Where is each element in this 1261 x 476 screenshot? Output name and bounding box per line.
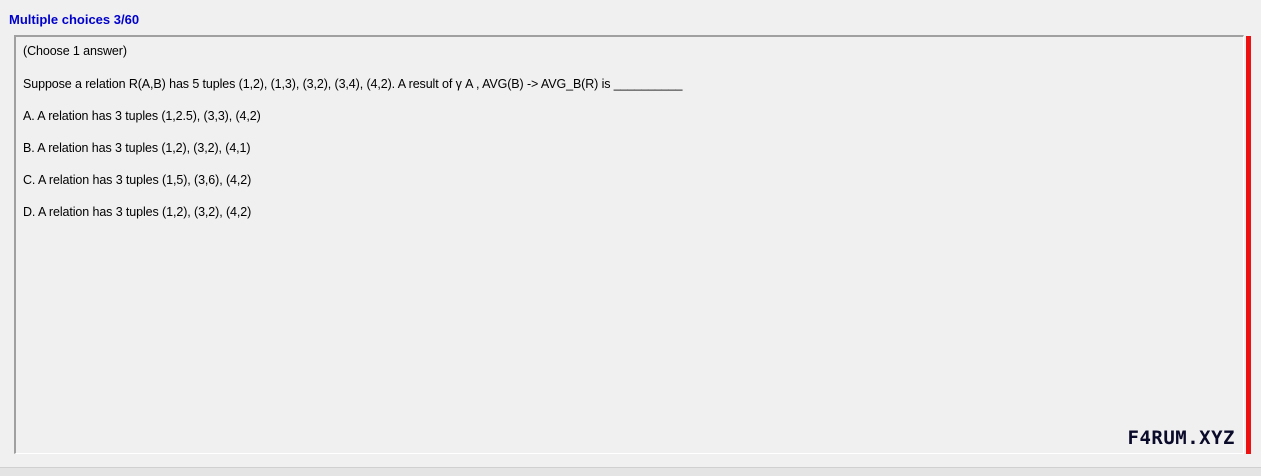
question-panel: (Choose 1 answer) Suppose a relation R(A…	[14, 35, 1244, 454]
answer-instruction: (Choose 1 answer)	[23, 44, 127, 58]
bottom-strip	[0, 467, 1261, 476]
option-d[interactable]: D. A relation has 3 tuples (1,2), (3,2),…	[23, 205, 251, 219]
option-c[interactable]: C. A relation has 3 tuples (1,5), (3,6),…	[23, 173, 251, 187]
option-b[interactable]: B. A relation has 3 tuples (1,2), (3,2),…	[23, 141, 251, 155]
exam-window: Multiple choices 3/60 (Choose 1 answer) …	[0, 0, 1261, 476]
status-accent-bar	[1246, 36, 1251, 454]
option-a[interactable]: A. A relation has 3 tuples (1,2.5), (3,3…	[23, 109, 261, 123]
question-counter-title: Multiple choices 3/60	[9, 12, 140, 27]
question-text: Suppose a relation R(A,B) has 5 tuples (…	[23, 77, 683, 91]
watermark-text: F4RUM.XYZ	[1127, 427, 1235, 449]
